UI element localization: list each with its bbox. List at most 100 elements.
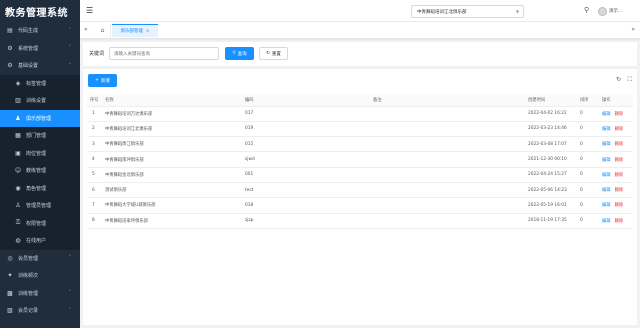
reset-button-label: 重置 xyxy=(271,51,281,57)
table-row[interactable]: 1 中青舞蹈培训万达俱乐部 017 2022-04-02 16:22 0 编辑 删除 xyxy=(87,106,633,122)
cell-seq: 2 xyxy=(87,121,102,138)
tab-club-management[interactable]: 俱乐部管理 × xyxy=(112,24,158,37)
edit-link[interactable]: 编辑 xyxy=(602,173,611,178)
sidebar-item-label: 会员记录 xyxy=(18,308,39,315)
sidebar-item[interactable]: ▩ 训练管理 ˅ xyxy=(0,285,80,303)
sidebar-item[interactable]: ▤ 代码生成 ˅ xyxy=(0,22,80,40)
sidebar-item-label: 岗位管理 xyxy=(26,150,47,157)
delete-link[interactable]: 删除 xyxy=(615,127,624,132)
table-row[interactable]: 2 中青舞蹈培训江北俱乐部 019 2022-03-23 14:46 0 编辑 删除 xyxy=(87,121,633,138)
avatar[interactable] xyxy=(598,7,607,16)
edit-link[interactable]: 编辑 xyxy=(602,158,611,163)
sidebar-item[interactable]: ◈ 标签管理 xyxy=(0,74,80,92)
online-user-icon: ◍ xyxy=(15,237,21,245)
tag-icon: ◈ xyxy=(15,79,21,87)
scroll-right-icon[interactable]: » xyxy=(631,26,635,33)
sidebar-item[interactable]: ◍ 在线用户 xyxy=(0,232,80,250)
sidebar-item[interactable]: ✦ 训练频次 xyxy=(0,267,80,285)
delete-link[interactable]: 删除 xyxy=(615,173,624,178)
member-icon: ◎ xyxy=(7,254,13,262)
edit-link[interactable]: 编辑 xyxy=(602,188,611,193)
query-panel: 关键词 ⚲ 查询 ↻ 重置 xyxy=(83,42,637,66)
user-name[interactable]: 演示... xyxy=(609,8,622,14)
delete-link[interactable]: 删除 xyxy=(615,203,624,208)
edit-link[interactable]: 编辑 xyxy=(602,203,611,208)
cell-remark xyxy=(370,182,525,199)
chevron-up-icon: ˄ xyxy=(68,62,72,69)
delete-link[interactable]: 删除 xyxy=(615,219,624,224)
keyword-label: 关键词 xyxy=(89,51,105,57)
cell-actions: 编辑 删除 xyxy=(599,106,633,122)
delete-link[interactable]: 删除 xyxy=(615,142,624,147)
sidebar-item[interactable]: ♟ 俱乐部管理 xyxy=(0,109,80,127)
close-icon[interactable]: × xyxy=(146,29,150,34)
add-button[interactable]: + 新增 xyxy=(88,74,117,87)
cell-name: 中青舞蹈培训江北俱乐部 xyxy=(102,121,242,138)
sidebar-item-label: 会员管理 xyxy=(18,255,39,262)
cell-sort: 0 xyxy=(577,136,599,153)
add-button-label: 新增 xyxy=(100,78,110,84)
column-header: 备注 xyxy=(370,94,525,107)
home-tab[interactable]: ⌂ xyxy=(95,23,111,38)
cell-name: 中青舞蹈培训万达俱乐部 xyxy=(102,106,242,122)
table-header-row: 序号 名称 编码 备注 创建时间 排序 操作 xyxy=(87,94,633,107)
sidebar-item[interactable]: ⚿ 权限管理 xyxy=(0,214,80,232)
keyword-input[interactable] xyxy=(109,47,219,60)
scroll-left-icon[interactable]: « xyxy=(84,26,88,33)
cell-created: 2021-12-30 00:10 xyxy=(525,151,577,168)
position-icon: ▣ xyxy=(15,149,21,157)
delete-link[interactable]: 删除 xyxy=(615,112,624,117)
sidebar-item-label: 俱乐部管理 xyxy=(26,115,52,122)
cell-created: 2022-05-19 16:01 xyxy=(525,197,577,214)
cell-created: 2022-03-08 17:07 xyxy=(525,136,577,153)
query-button[interactable]: ⚲ 查询 xyxy=(225,47,254,60)
sidebar-item[interactable]: ☺ 教练管理 xyxy=(0,162,80,180)
sidebar-item[interactable]: ▥ 训练设置 xyxy=(0,92,80,110)
sidebar-item[interactable]: ▧ 会员记录 ˅ xyxy=(0,302,80,320)
cell-seq: 4 xyxy=(87,151,102,168)
table-row[interactable]: 8 中青舞蹈培家坪俱乐部 zjzp 2018-11-19 17:35 0 编辑 删除 xyxy=(87,213,633,229)
cell-code: 001 xyxy=(242,167,370,183)
table-row[interactable]: 5 中青舞蹈金北俱乐部 001 2022-04-24 15:27 0 编辑 删除 xyxy=(87,167,633,183)
table-row[interactable]: 3 中青舞蹈周江俱乐部 015 2022-03-08 17:07 0 编辑 删除 xyxy=(87,136,633,153)
top-navbar: ☰ 中青舞蹈培训江北俱乐部 ▼ ⚲ 演示... xyxy=(80,0,640,22)
gear-icon: ⚙ xyxy=(7,44,13,52)
delete-link[interactable]: 删除 xyxy=(615,188,624,193)
sidebar-item[interactable]: ♙ 管理员管理 xyxy=(0,197,80,215)
sidebar-item-label: 代码生成 xyxy=(18,28,39,35)
organization-select[interactable]: 中青舞蹈培训江北俱乐部 ▼ xyxy=(411,5,524,18)
table-row[interactable]: 6 测试俱乐部 test 2022-05-06 14:23 0 编辑 删除 xyxy=(87,182,633,199)
cell-sort: 0 xyxy=(577,167,599,183)
sidebar-item-label: 权限管理 xyxy=(26,220,47,227)
reset-button[interactable]: ↻ 重置 xyxy=(259,47,288,60)
sidebar-item[interactable]: ◎ 会员管理 ˅ xyxy=(0,250,80,268)
cell-remark xyxy=(370,167,525,183)
edit-link[interactable]: 编辑 xyxy=(602,219,611,224)
sidebar-item-label: 教练管理 xyxy=(26,168,47,175)
cell-sort: 0 xyxy=(577,197,599,214)
edit-link[interactable]: 编辑 xyxy=(602,127,611,132)
sidebar-item[interactable]: ⚙ 系统管理 ˅ xyxy=(0,40,80,58)
cell-remark xyxy=(370,197,525,214)
table-row[interactable]: 4 中青舞蹈南坪俱乐部 zjwd 2021-12-30 00:10 0 编辑 删除 xyxy=(87,151,633,168)
sidebar-item[interactable]: ⚙ 基础设置 ˄ xyxy=(0,57,80,75)
cell-actions: 编辑 删除 xyxy=(599,121,633,138)
hamburger-menu-icon[interactable]: ☰ xyxy=(86,6,93,15)
club-table: 序号 名称 编码 备注 创建时间 排序 操作 1 中青舞蹈培训万达俱乐部 017 20… xyxy=(87,94,633,229)
delete-link[interactable]: 删除 xyxy=(615,158,624,163)
column-header: 排序 xyxy=(577,94,599,107)
fullscreen-icon[interactable]: ⛶ xyxy=(628,76,632,84)
sidebar-menu: ▤ 代码生成 ˅ ⚙ 系统管理 ˅ ⚙ 基础设置 ˄ ◈ 标签管理 ▥ 训练设置 ♟ 俱乐部管理 ▦ 部门管理 ▣… xyxy=(0,22,80,320)
table-row[interactable]: 7 中青舞蹈大学城U城俱乐部 018 2022-05-19 16:01 0 编辑 删除 xyxy=(87,197,633,214)
search-icon[interactable]: ⚲ xyxy=(584,6,589,14)
cell-code: test xyxy=(242,182,370,199)
sidebar-item[interactable]: ▣ 岗位管理 xyxy=(0,144,80,162)
sidebar-item[interactable]: ▦ 部门管理 xyxy=(0,127,80,145)
cell-remark xyxy=(370,151,525,168)
refresh-icon[interactable]: ↻ xyxy=(616,76,621,83)
edit-link[interactable]: 编辑 xyxy=(602,112,611,117)
edit-link[interactable]: 编辑 xyxy=(602,142,611,147)
sidebar-item-label: 在线用户 xyxy=(26,238,47,245)
sidebar-item[interactable]: ◉ 角色管理 xyxy=(0,179,80,197)
cell-remark xyxy=(370,121,525,138)
